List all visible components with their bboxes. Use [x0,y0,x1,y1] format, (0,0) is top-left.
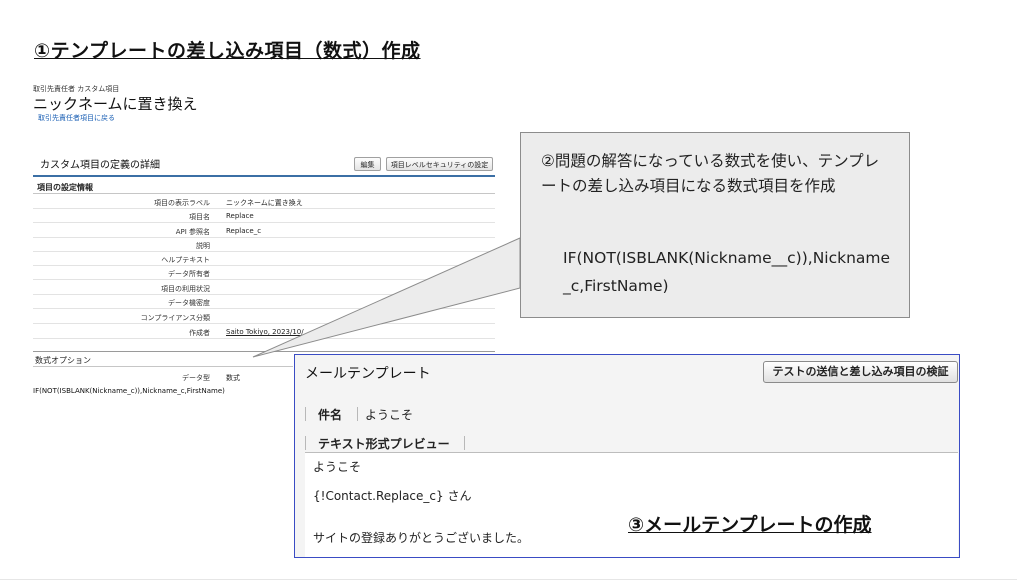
preview-tab-bar [305,436,306,450]
mail-template-title: メールテンプレート [305,366,431,382]
subject-bar [305,407,306,421]
preview-tab-separator [464,436,465,450]
subject-value: ようこそ [365,408,414,422]
subject-label: 件名 [318,408,343,422]
body-thanks: サイトの登録ありがとうございました。 [313,531,530,545]
preview-tab[interactable]: テキスト形式プレビュー [318,435,450,452]
callout-formula: IF(NOT(ISBLANK(Nickname__c)),Nickname_c,… [563,249,891,295]
callout-text: ②問題の解答になっている数式を使い、テンプレートの差し込み項目になる数式項目を作… [541,152,880,195]
body-merge-field: {!Contact.Replace_c} さん [313,489,472,503]
subject-separator [357,407,358,421]
mail-template-caption: ③メールテンプレートの作成 [628,514,872,536]
footer-divider [0,579,1017,580]
send-test-button[interactable]: テストの送信と差し込み項目の検証 [763,361,958,383]
body-greeting: ようこそ [313,460,362,474]
